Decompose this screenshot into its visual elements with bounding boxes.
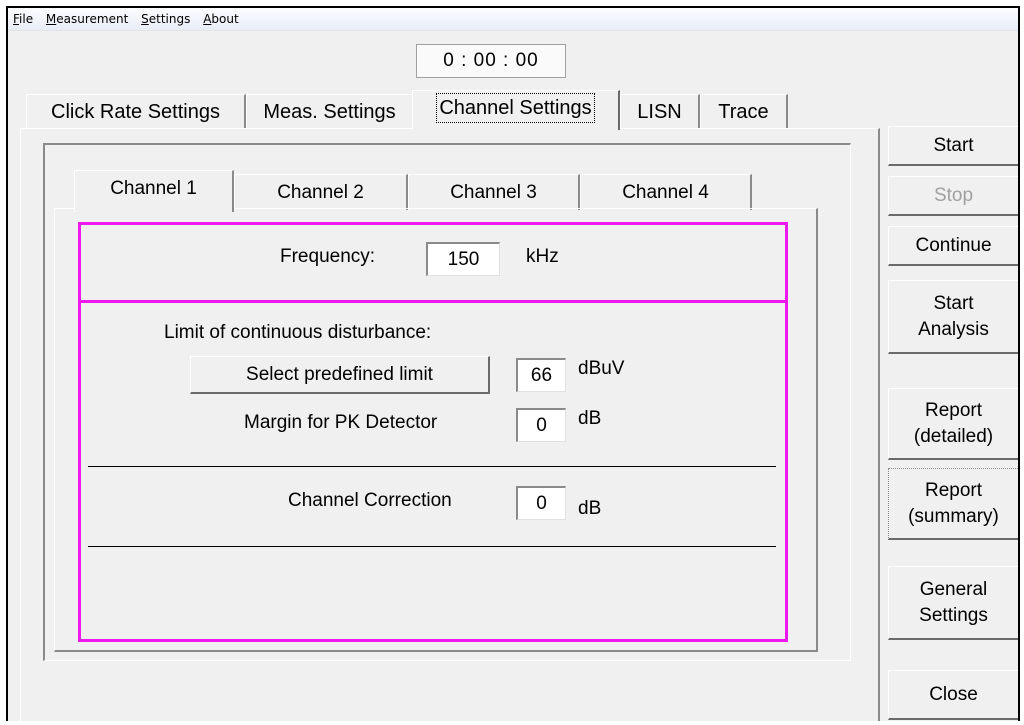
margin-pk-unit: dB xyxy=(578,408,602,429)
tab-label: LISN xyxy=(637,101,682,123)
stop-button[interactable]: Stop xyxy=(888,176,1018,216)
limit-value-input[interactable]: 66 xyxy=(516,358,566,392)
menu-settings[interactable]: Settings xyxy=(137,8,194,30)
tab-lisn[interactable]: LISN xyxy=(620,94,700,128)
tab-label: Click Rate Settings xyxy=(51,101,220,123)
tab-meas-settings[interactable]: Meas. Settings xyxy=(246,94,414,128)
channel-correction-label: Channel Correction xyxy=(288,490,452,511)
tab-label: Channel 4 xyxy=(622,182,709,203)
tab-label: Channel 2 xyxy=(277,182,364,203)
tab-label: Channel 1 xyxy=(110,178,197,199)
frequency-unit: kHz xyxy=(526,246,559,267)
report-detailed-button[interactable]: Report (detailed) xyxy=(888,388,1018,460)
frequency-input[interactable]: 150 xyxy=(426,242,500,276)
menu-measurement[interactable]: Measurement xyxy=(42,8,132,30)
continue-button[interactable]: Continue xyxy=(888,226,1018,266)
channel-correction-unit: dB xyxy=(578,498,602,519)
tab-label: Channel Settings xyxy=(436,93,595,123)
close-button[interactable]: Close xyxy=(888,670,1018,720)
tab-channel-4[interactable]: Channel 4 xyxy=(580,174,752,210)
margin-pk-label: Margin for PK Detector xyxy=(244,412,438,433)
tab-label: Meas. Settings xyxy=(263,101,396,123)
tab-trace[interactable]: Trace xyxy=(700,94,788,128)
frequency-divider xyxy=(78,300,788,303)
menu-file[interactable]: File xyxy=(9,8,37,30)
menu-bar: File Measurement Settings About xyxy=(8,8,1018,31)
limit-unit: dBuV xyxy=(578,358,625,379)
tab-channel-3[interactable]: Channel 3 xyxy=(408,174,580,210)
select-predefined-limit-button[interactable]: Select predefined limit xyxy=(190,356,490,394)
tab-click-rate-settings[interactable]: Click Rate Settings xyxy=(26,94,246,128)
tab-channel-2[interactable]: Channel 2 xyxy=(234,174,408,210)
tab-channel-1[interactable]: Channel 1 xyxy=(74,170,234,212)
report-summary-button[interactable]: Report (summary) xyxy=(888,468,1018,540)
section-divider xyxy=(88,546,776,547)
tab-label: Trace xyxy=(718,101,769,123)
section-divider xyxy=(88,466,776,467)
margin-pk-input[interactable]: 0 xyxy=(516,408,566,442)
app-window: File Measurement Settings About 0 : 00 :… xyxy=(6,6,1020,721)
general-settings-button[interactable]: General Settings xyxy=(888,566,1018,640)
elapsed-timer: 0 : 00 : 00 xyxy=(416,44,566,78)
frequency-label: Frequency: xyxy=(280,246,376,267)
channel-correction-input[interactable]: 0 xyxy=(516,486,566,520)
menu-about[interactable]: About xyxy=(199,8,243,30)
tab-channel-settings[interactable]: Channel Settings xyxy=(412,90,620,130)
start-analysis-button[interactable]: Start Analysis xyxy=(888,280,1018,354)
tab-label: Channel 3 xyxy=(450,182,537,203)
start-button[interactable]: Start xyxy=(888,126,1018,166)
limit-heading: Limit of continuous disturbance: xyxy=(164,322,432,343)
